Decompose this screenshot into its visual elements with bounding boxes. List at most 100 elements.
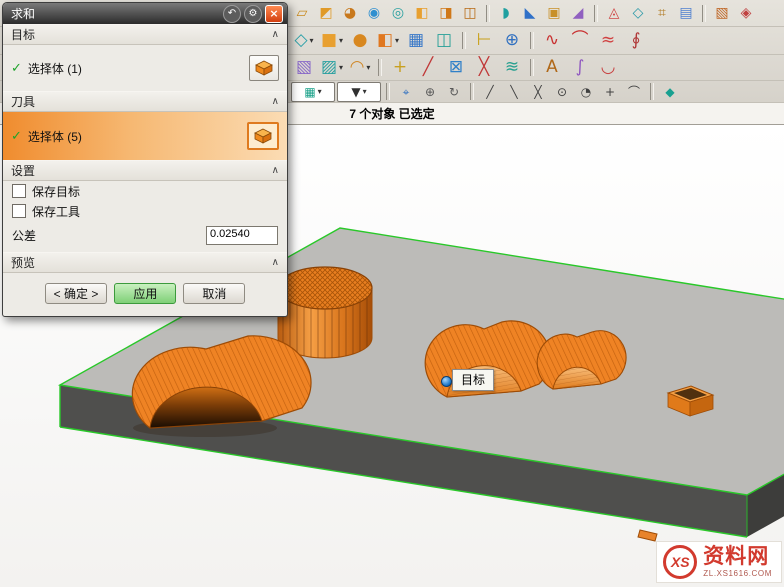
arc-center-snap-icon[interactable]: ⊙ bbox=[551, 82, 573, 102]
shaded-view-icon[interactable]: ▧ bbox=[291, 56, 317, 80]
move-object-icon[interactable]: ⊕ bbox=[499, 29, 525, 53]
bridge-curve-icon[interactable]: ◡ bbox=[595, 56, 621, 80]
line-tool-icon[interactable]: ╱ bbox=[415, 56, 441, 80]
law-curve-icon[interactable]: ∫ bbox=[567, 56, 593, 80]
ok-button[interactable]: < 确定 > bbox=[45, 283, 108, 304]
tool-body-picker[interactable] bbox=[247, 122, 279, 150]
target-select-row[interactable]: ✓ 选择体 (1) bbox=[3, 45, 287, 91]
dropdown-arrow-icon[interactable]: ▾ bbox=[366, 63, 370, 72]
dropdown-arrow-icon[interactable]: ▾ bbox=[318, 87, 322, 96]
edge-blend-icon[interactable]: ◗ bbox=[495, 3, 517, 23]
endpoint-snap-icon[interactable]: ╱ bbox=[479, 82, 501, 102]
block-primitive-icon[interactable]: ■▾ bbox=[319, 29, 345, 53]
scale-body-icon[interactable]: ◈ bbox=[735, 3, 757, 23]
dialog-reset-icon[interactable]: ↶ bbox=[223, 5, 241, 23]
chamfer-icon[interactable]: ◣ bbox=[519, 3, 541, 23]
extrude-icon[interactable]: ◩ bbox=[315, 3, 337, 23]
mirror-feature-icon[interactable]: ◫ bbox=[431, 29, 457, 53]
dropdown-arrow-icon[interactable]: ▾ bbox=[363, 87, 367, 96]
subtract-icon-glyph: ◨ bbox=[439, 6, 452, 20]
point-tool-icon[interactable]: + bbox=[387, 56, 413, 80]
tangent-snap-icon[interactable]: ⌒ bbox=[623, 82, 645, 102]
surface-tool-icon[interactable]: ▨▾ bbox=[319, 56, 345, 80]
arc-curve-icon[interactable]: ⌒ bbox=[567, 29, 593, 53]
tool-select-row[interactable]: ✓ 选择体 (5) bbox=[3, 112, 287, 160]
split-body-icon[interactable]: ◇ bbox=[627, 3, 649, 23]
trim-body-icon-glyph: ◬ bbox=[609, 6, 620, 20]
helix-curve-icon[interactable]: ∮ bbox=[623, 29, 649, 53]
draft-icon[interactable]: ◢ bbox=[567, 3, 589, 23]
intersect-icon[interactable]: ◫ bbox=[459, 3, 481, 23]
collapse-chevron-icon[interactable]: ∧ bbox=[272, 29, 279, 40]
cylinder-primitive-icon[interactable]: ● bbox=[347, 29, 373, 53]
tolerance-input[interactable]: 0.02540 bbox=[206, 226, 278, 245]
boolean-unite-icon[interactable]: ◧▾ bbox=[375, 29, 401, 53]
rotate-handle-icon[interactable]: ↻ bbox=[443, 82, 465, 102]
save-target-checkbox[interactable] bbox=[12, 184, 26, 198]
snap-point-marker bbox=[441, 376, 452, 387]
collapse-chevron-icon[interactable]: ∧ bbox=[272, 165, 279, 176]
hole-icon[interactable]: ◉ bbox=[363, 3, 385, 23]
midpoint-snap-icon[interactable]: ╲ bbox=[503, 82, 525, 102]
dialog-titlebar[interactable]: 求和 ↶ ⚙ × bbox=[3, 3, 287, 24]
debris-body-1[interactable] bbox=[638, 530, 657, 541]
check-icon: ✓ bbox=[11, 61, 22, 76]
sketch-icon-glyph: ▱ bbox=[297, 6, 308, 20]
solid-body-filter-icon[interactable]: ◆ bbox=[659, 82, 681, 102]
apply-button[interactable]: 应用 bbox=[114, 283, 176, 304]
collapse-chevron-icon[interactable]: ∧ bbox=[272, 257, 279, 268]
selection-scope-filter[interactable]: ▼▾ bbox=[337, 82, 381, 102]
swept-tool-icon[interactable]: ◠▾ bbox=[347, 56, 373, 80]
dialog-options-gear-icon[interactable]: ⚙ bbox=[244, 5, 262, 23]
section-tool-header[interactable]: 刀具 ∧ bbox=[3, 91, 287, 112]
pattern-feature-icon[interactable]: ▦ bbox=[403, 29, 429, 53]
dropdown-arrow-icon[interactable]: ▾ bbox=[395, 36, 399, 45]
text-curve-icon[interactable]: A bbox=[539, 56, 565, 80]
line-tool-icon-glyph: ╱ bbox=[423, 59, 433, 76]
cylinder-body[interactable] bbox=[278, 267, 372, 358]
small-dome-body[interactable] bbox=[537, 331, 626, 389]
intersection-curve-icon[interactable]: ╳ bbox=[471, 56, 497, 80]
shell-icon[interactable]: ▣ bbox=[543, 3, 565, 23]
snap-point-toggle-icon[interactable]: ⌖ bbox=[395, 82, 417, 102]
boss-icon[interactable]: ◎ bbox=[387, 3, 409, 23]
freeform-curve-icon[interactable]: ≈ bbox=[595, 29, 621, 53]
hole-icon-glyph: ◉ bbox=[368, 6, 380, 20]
section-target-header[interactable]: 目标 ∧ bbox=[3, 24, 287, 45]
target-body-picker[interactable] bbox=[249, 55, 279, 81]
sew-icon[interactable]: ⌗ bbox=[651, 3, 673, 23]
surface-tool-icon-glyph: ▨ bbox=[321, 59, 337, 76]
cancel-button[interactable]: 取消 bbox=[183, 283, 245, 304]
dropdown-arrow-icon[interactable]: ▾ bbox=[339, 36, 343, 45]
collapse-chevron-icon[interactable]: ∧ bbox=[272, 96, 279, 107]
datum-plane-icon[interactable]: ◇▾ bbox=[291, 29, 317, 53]
offset-curve-icon-glyph: ≋ bbox=[505, 59, 519, 76]
toolbar-separator bbox=[594, 5, 598, 22]
dropdown-arrow-icon[interactable]: ▾ bbox=[339, 63, 343, 72]
section-preview-header[interactable]: 预览 ∧ bbox=[3, 252, 287, 273]
patch-icon[interactable]: ▤ bbox=[675, 3, 697, 23]
toolbar-separator bbox=[378, 59, 382, 76]
dialog-close-icon[interactable]: × bbox=[265, 5, 283, 23]
project-curve-icon[interactable]: ⊠ bbox=[443, 56, 469, 80]
swept-tool-icon-glyph: ◠ bbox=[350, 59, 365, 76]
measure-distance-icon[interactable]: ⊢ bbox=[471, 29, 497, 53]
toolbar-separator bbox=[462, 32, 466, 49]
unite-icon[interactable]: ◧ bbox=[411, 3, 433, 23]
section-settings-header[interactable]: 设置 ∧ bbox=[3, 160, 287, 181]
quadrant-snap-icon[interactable]: ◔ bbox=[575, 82, 597, 102]
trim-body-icon[interactable]: ◬ bbox=[603, 3, 625, 23]
dropdown-arrow-icon[interactable]: ▾ bbox=[310, 36, 314, 45]
revolve-icon[interactable]: ◕ bbox=[339, 3, 361, 23]
studio-spline-icon[interactable]: ∿ bbox=[539, 29, 565, 53]
sketch-icon[interactable]: ▱ bbox=[291, 3, 313, 23]
move-handle-icon[interactable]: ⊕ bbox=[419, 82, 441, 102]
subtract-icon[interactable]: ◨ bbox=[435, 3, 457, 23]
offset-curve-icon[interactable]: ≋ bbox=[499, 56, 525, 80]
point-snap-icon[interactable]: + bbox=[599, 82, 621, 102]
intersection-snap-icon[interactable]: ╳ bbox=[527, 82, 549, 102]
offset-face-icon[interactable]: ▧ bbox=[711, 3, 733, 23]
save-tool-checkbox[interactable] bbox=[12, 204, 26, 218]
save-tool-label: 保存工具 bbox=[32, 203, 80, 220]
selection-type-filter[interactable]: ▦▾ bbox=[291, 82, 335, 102]
